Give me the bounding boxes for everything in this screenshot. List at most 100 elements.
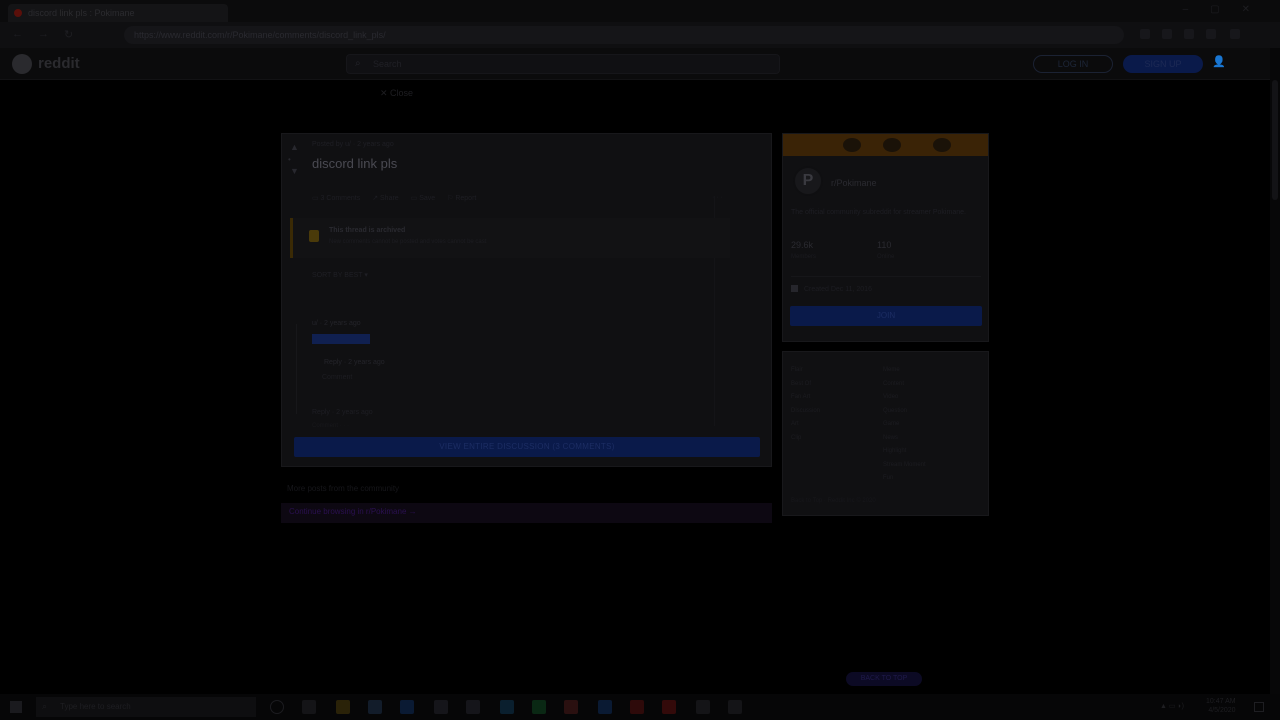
reddit-header: reddit ⌕ Search LOG IN SIGN UP 👤 (0, 48, 1270, 80)
flair-item[interactable]: Clip (791, 432, 820, 446)
flair-item[interactable]: News (883, 432, 926, 446)
app-icon[interactable] (368, 700, 382, 714)
app-icon[interactable] (728, 700, 742, 714)
window-controls[interactable]: –▢✕ (1183, 4, 1272, 15)
user-dropdown-icon[interactable]: 👤 (1212, 55, 1226, 68)
close-button[interactable]: ✕ Close (380, 88, 413, 99)
app-icon[interactable] (500, 700, 514, 714)
flair-list: Flair Best Of Fan Art Discussion Art Cli… (791, 364, 820, 445)
flair-item[interactable]: Discussion (791, 405, 820, 419)
cake-icon (791, 285, 798, 292)
flair-card: Flair Best Of Fan Art Discussion Art Cli… (782, 351, 989, 516)
flair-item[interactable]: Meme (883, 364, 926, 378)
task-view-icon[interactable] (302, 700, 316, 714)
online-label: Online (877, 254, 895, 260)
clock[interactable]: 10:47 AM 4/5/2020 (1206, 697, 1236, 715)
profile-icon[interactable] (1206, 29, 1216, 39)
members-label: Members (791, 254, 817, 260)
community-description: The official community subreddit for str… (791, 209, 966, 216)
app-icon[interactable] (696, 700, 710, 714)
address-bar[interactable]: https://www.reddit.com/r/Pokimane/commen… (124, 26, 1124, 44)
flair-item[interactable]: Fan Art (791, 391, 820, 405)
login-button[interactable]: LOG IN (1033, 55, 1113, 73)
app-icon[interactable] (532, 700, 546, 714)
browser-toolbar: ← → ↻ https://www.reddit.com/r/Pokimane/… (0, 22, 1280, 48)
post-meta: Posted by u/ · 2 years ago (312, 141, 394, 148)
app-icon[interactable] (434, 700, 448, 714)
cortana-icon[interactable] (270, 700, 284, 714)
edge-icon[interactable] (400, 700, 414, 714)
search-icon: ⌕ (42, 701, 48, 711)
flair-item[interactable]: Content (883, 378, 926, 392)
search-input[interactable]: ⌕ Search (346, 54, 780, 74)
logo-text[interactable]: reddit (38, 55, 80, 72)
sort-dropdown[interactable]: SORT BY BEST ▾ (312, 271, 368, 279)
downvote-icon[interactable]: ▼ (290, 166, 299, 176)
comment-text-selected (312, 334, 370, 344)
extension-icon[interactable] (1162, 29, 1172, 39)
save-button[interactable]: ▭ Save (411, 195, 436, 202)
thread-line[interactable] (296, 324, 297, 414)
report-button[interactable]: ⚐ Report (447, 195, 476, 202)
search-placeholder: Search (373, 59, 402, 69)
view-discussion-button[interactable]: VIEW ENTIRE DISCUSSION (3 COMMENTS) (294, 437, 760, 457)
members-count: 29.6k (791, 240, 814, 250)
archive-icon (309, 230, 319, 242)
menu-icon[interactable] (1230, 29, 1240, 39)
app-icon[interactable] (598, 700, 612, 714)
flair-item[interactable]: Video (883, 391, 926, 405)
comment-author: Reply · 2 years ago (312, 409, 373, 416)
reload-icon[interactable]: ↻ (64, 28, 73, 41)
more-posts-label: More posts from the community (287, 484, 400, 493)
flair-item[interactable]: Game (883, 418, 926, 432)
back-to-top-button[interactable]: BACK TO TOP (846, 672, 922, 686)
flair-item[interactable]: Stream Moment (883, 459, 926, 473)
scrollbar-thumb[interactable] (1272, 80, 1278, 200)
upvote-icon[interactable]: ▲ (290, 142, 299, 152)
continue-browsing-link[interactable]: Continue browsing in r/Pokimane → (281, 503, 772, 523)
chrome-icon[interactable] (662, 700, 676, 714)
flair-item[interactable]: Art (791, 418, 820, 432)
join-button[interactable]: JOIN (790, 306, 982, 326)
share-button[interactable]: ↗ Share (372, 195, 399, 202)
taskbar-search-input[interactable]: ⌕ Type here to search (36, 697, 256, 717)
flair-item[interactable]: Fun (883, 472, 926, 486)
flair-item[interactable]: Question (883, 405, 926, 419)
divider (791, 276, 981, 277)
file-explorer-icon[interactable] (336, 700, 350, 714)
flair-item[interactable]: Highlight (883, 445, 926, 459)
extension-icon[interactable] (1140, 29, 1150, 39)
browser-tab[interactable]: discord link pls : Pokimane (8, 4, 228, 22)
taskbar-search-placeholder: Type here to search (60, 702, 131, 711)
archived-title: This thread is archived (329, 227, 406, 234)
clock-time: 10:47 AM (1206, 698, 1236, 705)
community-name[interactable]: r/Pokimane (831, 178, 877, 188)
tab-title: discord link pls : Pokimane (28, 8, 135, 18)
comment-text: Comment · · · (312, 423, 350, 429)
comment-text: Comment (322, 374, 353, 381)
sidebar-footer[interactable]: Back to Top · Reddit Inc © 2020 (791, 498, 876, 504)
system-tray[interactable]: ▲ ▭ ◗) (1160, 702, 1184, 710)
app-icon[interactable] (630, 700, 644, 714)
reddit-favicon-icon (14, 9, 22, 17)
post-actions: ▭ 3 Comments ↗ Share ▭ Save ⚐ Report (312, 194, 486, 202)
post-title: discord link pls (312, 156, 398, 171)
community-card: P r/Pokimane The official community subr… (782, 133, 989, 342)
extension-icon[interactable] (1184, 29, 1194, 39)
app-icon[interactable] (564, 700, 578, 714)
windows-start-icon[interactable] (10, 701, 22, 713)
back-arrow-icon[interactable]: ← (12, 28, 23, 40)
created-text: Created Dec 11, 2016 (804, 286, 872, 293)
clock-date: 4/5/2020 (1208, 707, 1236, 714)
screen: discord link pls : Pokimane –▢✕ ← → ↻ ht… (0, 0, 1280, 720)
reddit-logo-icon[interactable] (12, 54, 32, 74)
comments-button[interactable]: ▭ 3 Comments (312, 195, 360, 202)
notification-icon[interactable] (1254, 702, 1264, 712)
forward-arrow-icon[interactable]: → (38, 28, 49, 40)
signup-button[interactable]: SIGN UP (1123, 55, 1203, 73)
app-icon[interactable] (466, 700, 480, 714)
flair-item[interactable]: Flair (791, 364, 820, 378)
flair-item[interactable]: Best Of (791, 378, 820, 392)
flair-list: Meme Content Video Question Game News Hi… (883, 364, 926, 486)
community-avatar[interactable]: P (793, 166, 823, 196)
